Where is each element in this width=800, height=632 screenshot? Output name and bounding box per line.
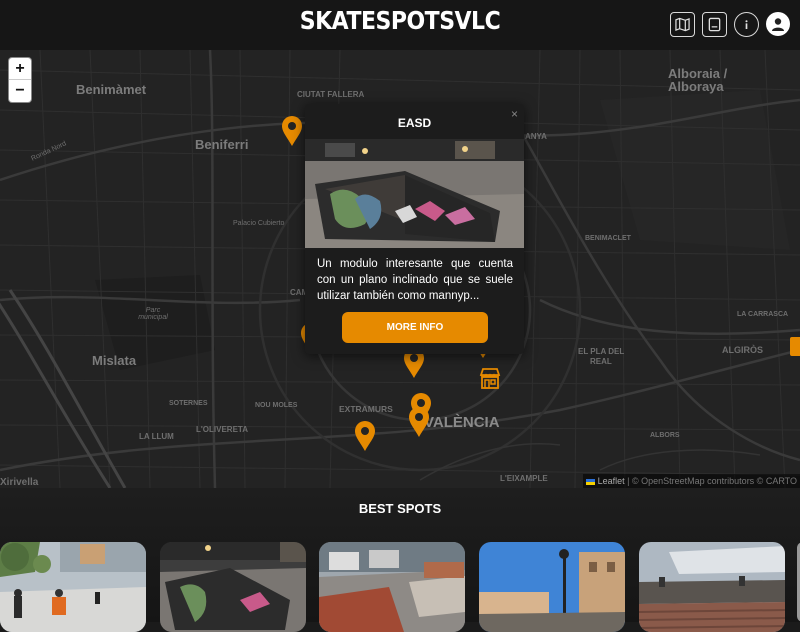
map-icon xyxy=(675,17,690,32)
popup-description: Un modulo interesante que cuenta con un … xyxy=(317,258,513,302)
user-avatar-button[interactable] xyxy=(766,12,790,36)
spot-marker[interactable] xyxy=(281,115,303,147)
spot-photo-5 xyxy=(639,542,785,632)
book-icon xyxy=(708,17,721,32)
spot-card[interactable] xyxy=(639,542,785,632)
map-label: LA CARRASCA xyxy=(737,311,789,318)
more-info-button[interactable]: MORE INFO xyxy=(342,312,488,343)
leaflet-link[interactable]: Leaflet xyxy=(598,476,625,486)
map-label: LA LLUM xyxy=(139,432,174,441)
zoom-control: + − xyxy=(9,58,31,102)
spot-popup: × EASD Un modulo interesante que cuenta … xyxy=(305,104,524,354)
spot-photo-4 xyxy=(479,542,625,632)
attribution-text[interactable]: | © OpenStreetMap contributors © CARTO xyxy=(627,476,797,486)
side-tab-handle[interactable] xyxy=(790,337,800,356)
map-label: ALBORS xyxy=(650,432,680,439)
best-spots-title: BEST SPOTS xyxy=(358,501,442,516)
spot-photo-2 xyxy=(160,542,306,632)
spot-card[interactable] xyxy=(319,542,465,632)
popup-title: EASD xyxy=(397,116,432,130)
guide-button[interactable] xyxy=(702,12,727,37)
map-label: VALÈNCIA xyxy=(424,414,500,431)
map-label: BENIMACLET xyxy=(585,235,631,242)
best-spots-section: BEST SPOTS xyxy=(0,488,800,632)
map-button[interactable] xyxy=(670,12,695,37)
map-label: SOTERNES xyxy=(169,400,208,407)
info-button[interactable] xyxy=(734,12,759,37)
map-label: CIUTAT FALLERA xyxy=(297,90,365,99)
map-label: L'EIXAMPLE xyxy=(500,474,548,483)
map-label: NOU MOLES xyxy=(255,402,298,409)
info-icon xyxy=(745,20,748,29)
spot-card[interactable] xyxy=(160,542,306,632)
ukraine-flag-icon xyxy=(586,478,596,485)
zoom-out-button[interactable]: − xyxy=(9,80,31,102)
map-label: REAL xyxy=(590,357,612,366)
map-label: ALGIRÒS xyxy=(722,345,764,355)
map-label: L'OLIVERETA xyxy=(196,425,248,434)
zoom-in-button[interactable]: + xyxy=(9,58,31,80)
map-label: Beniferri xyxy=(195,137,249,152)
map-attribution: Leaflet | © OpenStreetMap contributors ©… xyxy=(583,474,800,488)
map-label: ANYA xyxy=(525,132,547,141)
spot-photo-1 xyxy=(0,542,146,632)
spot-card[interactable] xyxy=(0,542,146,632)
map-label: Palacio Cubierto xyxy=(233,220,285,227)
map-label: EXTRAMURS xyxy=(339,404,393,414)
spot-card[interactable] xyxy=(479,542,625,632)
map-label: Xirivella xyxy=(0,477,39,488)
shop-icon[interactable] xyxy=(478,366,502,390)
map-label: Benimàmet xyxy=(76,82,147,97)
map-label: Parc municipal xyxy=(138,307,168,321)
map-label: EL PLA DEL xyxy=(578,347,625,356)
app-header: SKATESPOTSVLC xyxy=(0,0,800,50)
popup-spot-photo xyxy=(305,139,524,248)
spot-marker[interactable] xyxy=(408,406,430,438)
map-label: Mislata xyxy=(92,353,137,368)
map-label: Alboraya xyxy=(668,79,724,94)
spot-photo-3 xyxy=(319,542,465,632)
spot-marker[interactable] xyxy=(354,420,376,452)
user-icon xyxy=(772,18,784,31)
spots-map[interactable]: + − Benimàmet Beniferri Alboraia / Albor… xyxy=(0,50,800,488)
